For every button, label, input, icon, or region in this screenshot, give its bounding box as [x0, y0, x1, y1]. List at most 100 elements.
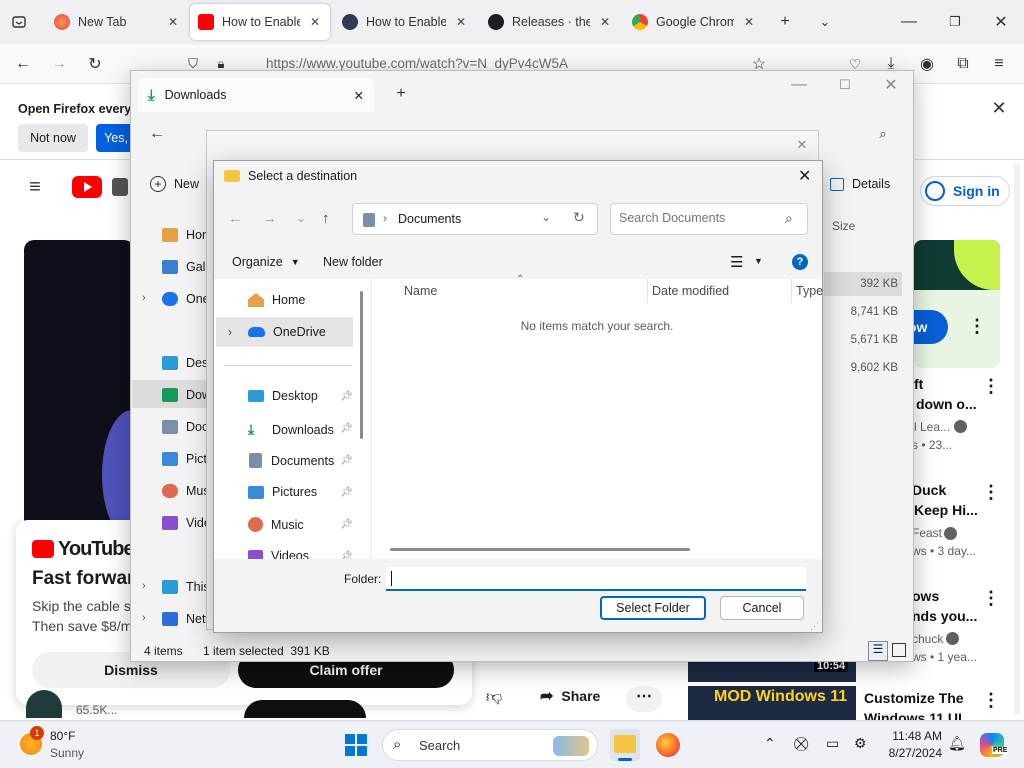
- taskbar-file-explorer[interactable]: [610, 729, 640, 761]
- pin-icon[interactable]: 📌︎: [340, 487, 353, 498]
- tab-github[interactable]: Releases · thebookisclosed/ViVe ✕: [480, 4, 620, 40]
- up-arrow-icon[interactable]: ↑: [322, 210, 330, 227]
- tab-video[interactable]: How to Enable Tabs in Windows 11 ✕: [334, 4, 476, 40]
- close-notification-icon[interactable]: ✕: [986, 95, 1012, 121]
- expand-chevron-icon[interactable]: ›: [142, 580, 146, 592]
- explorer-tab-downloads[interactable]: ⤓ Downloads ✕: [138, 78, 374, 112]
- refresh-icon[interactable]: ↻: [573, 209, 585, 226]
- tab-overview-icon[interactable]: [6, 9, 32, 35]
- dialog-nav-music[interactable]: Music: [248, 517, 304, 532]
- explorer-nav-pictures[interactable]: Pict: [162, 452, 207, 466]
- explorer-new-button[interactable]: + New: [150, 176, 199, 192]
- minimize-icon[interactable]: —: [896, 9, 922, 35]
- expand-chevron-icon[interactable]: ›: [228, 325, 232, 339]
- organize-button[interactable]: Organize ▼: [232, 255, 300, 269]
- share-button[interactable]: ➦ Share: [540, 686, 600, 706]
- explorer-search-icon[interactable]: ⌕: [870, 121, 896, 147]
- explorer-nav-home[interactable]: Hon: [162, 228, 209, 242]
- settings-toggle-icon[interactable]: ⚙: [854, 735, 867, 752]
- maximize-icon[interactable]: ❐: [942, 9, 968, 35]
- dislike-icon[interactable]: 👎︎: [486, 688, 514, 710]
- sign-in-button[interactable]: Sign in: [920, 176, 1010, 206]
- size-column-header[interactable]: Size: [832, 219, 855, 233]
- folder-input[interactable]: [390, 571, 790, 585]
- new-tab-plus-icon[interactable]: +: [772, 9, 798, 35]
- back-arrow-icon[interactable]: ←: [10, 51, 36, 77]
- nav-pane-scrollbar[interactable]: [360, 291, 363, 439]
- dialog-back-icon[interactable]: ←: [228, 210, 243, 227]
- close-tab-icon[interactable]: ✕: [166, 15, 180, 29]
- pin-icon[interactable]: 📌︎: [340, 455, 353, 466]
- close-tab-icon[interactable]: ✕: [598, 15, 612, 29]
- display-icon[interactable]: ▭: [826, 735, 839, 752]
- more-kebab-icon[interactable]: ⋮: [982, 376, 1000, 397]
- reload-icon[interactable]: ↻: [82, 51, 108, 77]
- tab-new-tab[interactable]: New Tab ✕: [46, 4, 188, 40]
- youtube-menu-icon[interactable]: ≡: [22, 174, 48, 200]
- close-tab-icon[interactable]: ✕: [308, 15, 322, 29]
- taskbar-search-box[interactable]: ⌕ Search: [382, 729, 598, 761]
- channel-name[interactable]: l Lea...: [914, 420, 950, 434]
- help-icon[interactable]: ?: [792, 254, 808, 270]
- dialog-nav-pictures[interactable]: Pictures: [248, 485, 317, 499]
- select-folder-button[interactable]: Select Folder: [600, 596, 706, 620]
- start-button-windows-icon[interactable]: [344, 733, 368, 757]
- pin-icon[interactable]: 📌︎: [340, 551, 353, 559]
- more-actions-icon[interactable]: ⋯: [626, 686, 662, 712]
- youtube-logo-icon[interactable]: [72, 176, 102, 198]
- dialog-nav-videos[interactable]: Videos: [248, 549, 309, 559]
- expand-chevron-icon[interactable]: ›: [142, 292, 146, 304]
- explorer-nav-documents[interactable]: Doc: [162, 420, 208, 434]
- explorer-minimize-icon[interactable]: —: [786, 72, 812, 98]
- more-kebab-icon[interactable]: ⋮: [982, 690, 1000, 711]
- weather-temp[interactable]: 80°F: [50, 729, 75, 743]
- forward-arrow-icon[interactable]: →: [46, 51, 72, 77]
- address-bar[interactable]: › Documents ⌄ ↻: [352, 203, 598, 235]
- video-title[interactable]: Customize The: [864, 690, 964, 706]
- explorer-nav-music[interactable]: Mus: [162, 484, 210, 498]
- explorer-new-tab-icon[interactable]: +: [388, 81, 414, 107]
- weather-desc[interactable]: Sunny: [50, 746, 84, 760]
- video-title[interactable]: ows: [912, 588, 939, 604]
- channel-avatar[interactable]: [26, 690, 62, 718]
- url-text[interactable]: https://www.youtube.com/watch?v=N_dyPv4c…: [266, 56, 568, 71]
- more-kebab-icon[interactable]: ⋮: [982, 588, 1000, 609]
- search-box[interactable]: ⌕: [610, 203, 808, 235]
- dialog-nav-documents[interactable]: Documents: [248, 453, 334, 468]
- clock-date[interactable]: 8/27/2024: [882, 746, 942, 760]
- explorer-nav-gallery[interactable]: Gall: [162, 260, 208, 274]
- close-tab-icon[interactable]: ✕: [742, 15, 756, 29]
- dialog-nav-home[interactable]: Home: [248, 293, 305, 307]
- recent-locations-chevron-icon[interactable]: ⌄: [296, 211, 306, 225]
- show-hidden-icons-chevron-icon[interactable]: ⌃: [764, 735, 776, 752]
- list-tabs-chevron-icon[interactable]: ⌄: [812, 9, 838, 35]
- tab-youtube[interactable]: How to Enable Tabs in File Explorer ✕: [190, 4, 330, 40]
- dialog-close-icon[interactable]: ✕: [798, 166, 811, 186]
- dialog-nav-downloads[interactable]: ⤓ Downloads: [248, 421, 334, 438]
- explorer-back-icon[interactable]: ←: [144, 121, 170, 147]
- pin-icon[interactable]: 📌︎: [340, 423, 353, 434]
- video-title[interactable]: Duck: [912, 482, 946, 498]
- video-title[interactable]: down o...: [916, 396, 977, 412]
- background-dialog-close-icon[interactable]: ✕: [789, 132, 815, 158]
- expand-chevron-icon[interactable]: ›: [142, 612, 146, 624]
- video-title[interactable]: Windows 11 UI: [864, 710, 962, 720]
- channel-name[interactable]: Feast: [912, 526, 942, 540]
- dialog-forward-icon[interactable]: →: [262, 210, 277, 227]
- close-window-icon[interactable]: ✕: [988, 9, 1014, 35]
- view-list-icon[interactable]: ☰: [730, 253, 743, 271]
- type-column-header[interactable]: Type: [796, 284, 823, 298]
- content-horizontal-scrollbar[interactable]: [390, 548, 690, 551]
- explorer-maximize-icon[interactable]: ☐: [832, 72, 858, 98]
- view-dropdown-icon[interactable]: ▼: [754, 256, 763, 266]
- menu-hamburger-icon[interactable]: ≡: [986, 51, 1012, 77]
- folder-field-box[interactable]: [386, 567, 806, 591]
- cancel-button[interactable]: Cancel: [720, 596, 804, 620]
- explorer-nav-downloads[interactable]: Dow: [162, 388, 211, 402]
- pin-icon[interactable]: 📌︎: [340, 391, 353, 402]
- new-folder-button[interactable]: New folder: [323, 255, 383, 269]
- explorer-close-icon[interactable]: ✕: [878, 72, 904, 98]
- resize-grip-icon[interactable]: ⋰: [810, 621, 819, 632]
- explorer-details-button[interactable]: Details: [830, 177, 890, 191]
- page-scrollbar[interactable]: [1014, 164, 1020, 714]
